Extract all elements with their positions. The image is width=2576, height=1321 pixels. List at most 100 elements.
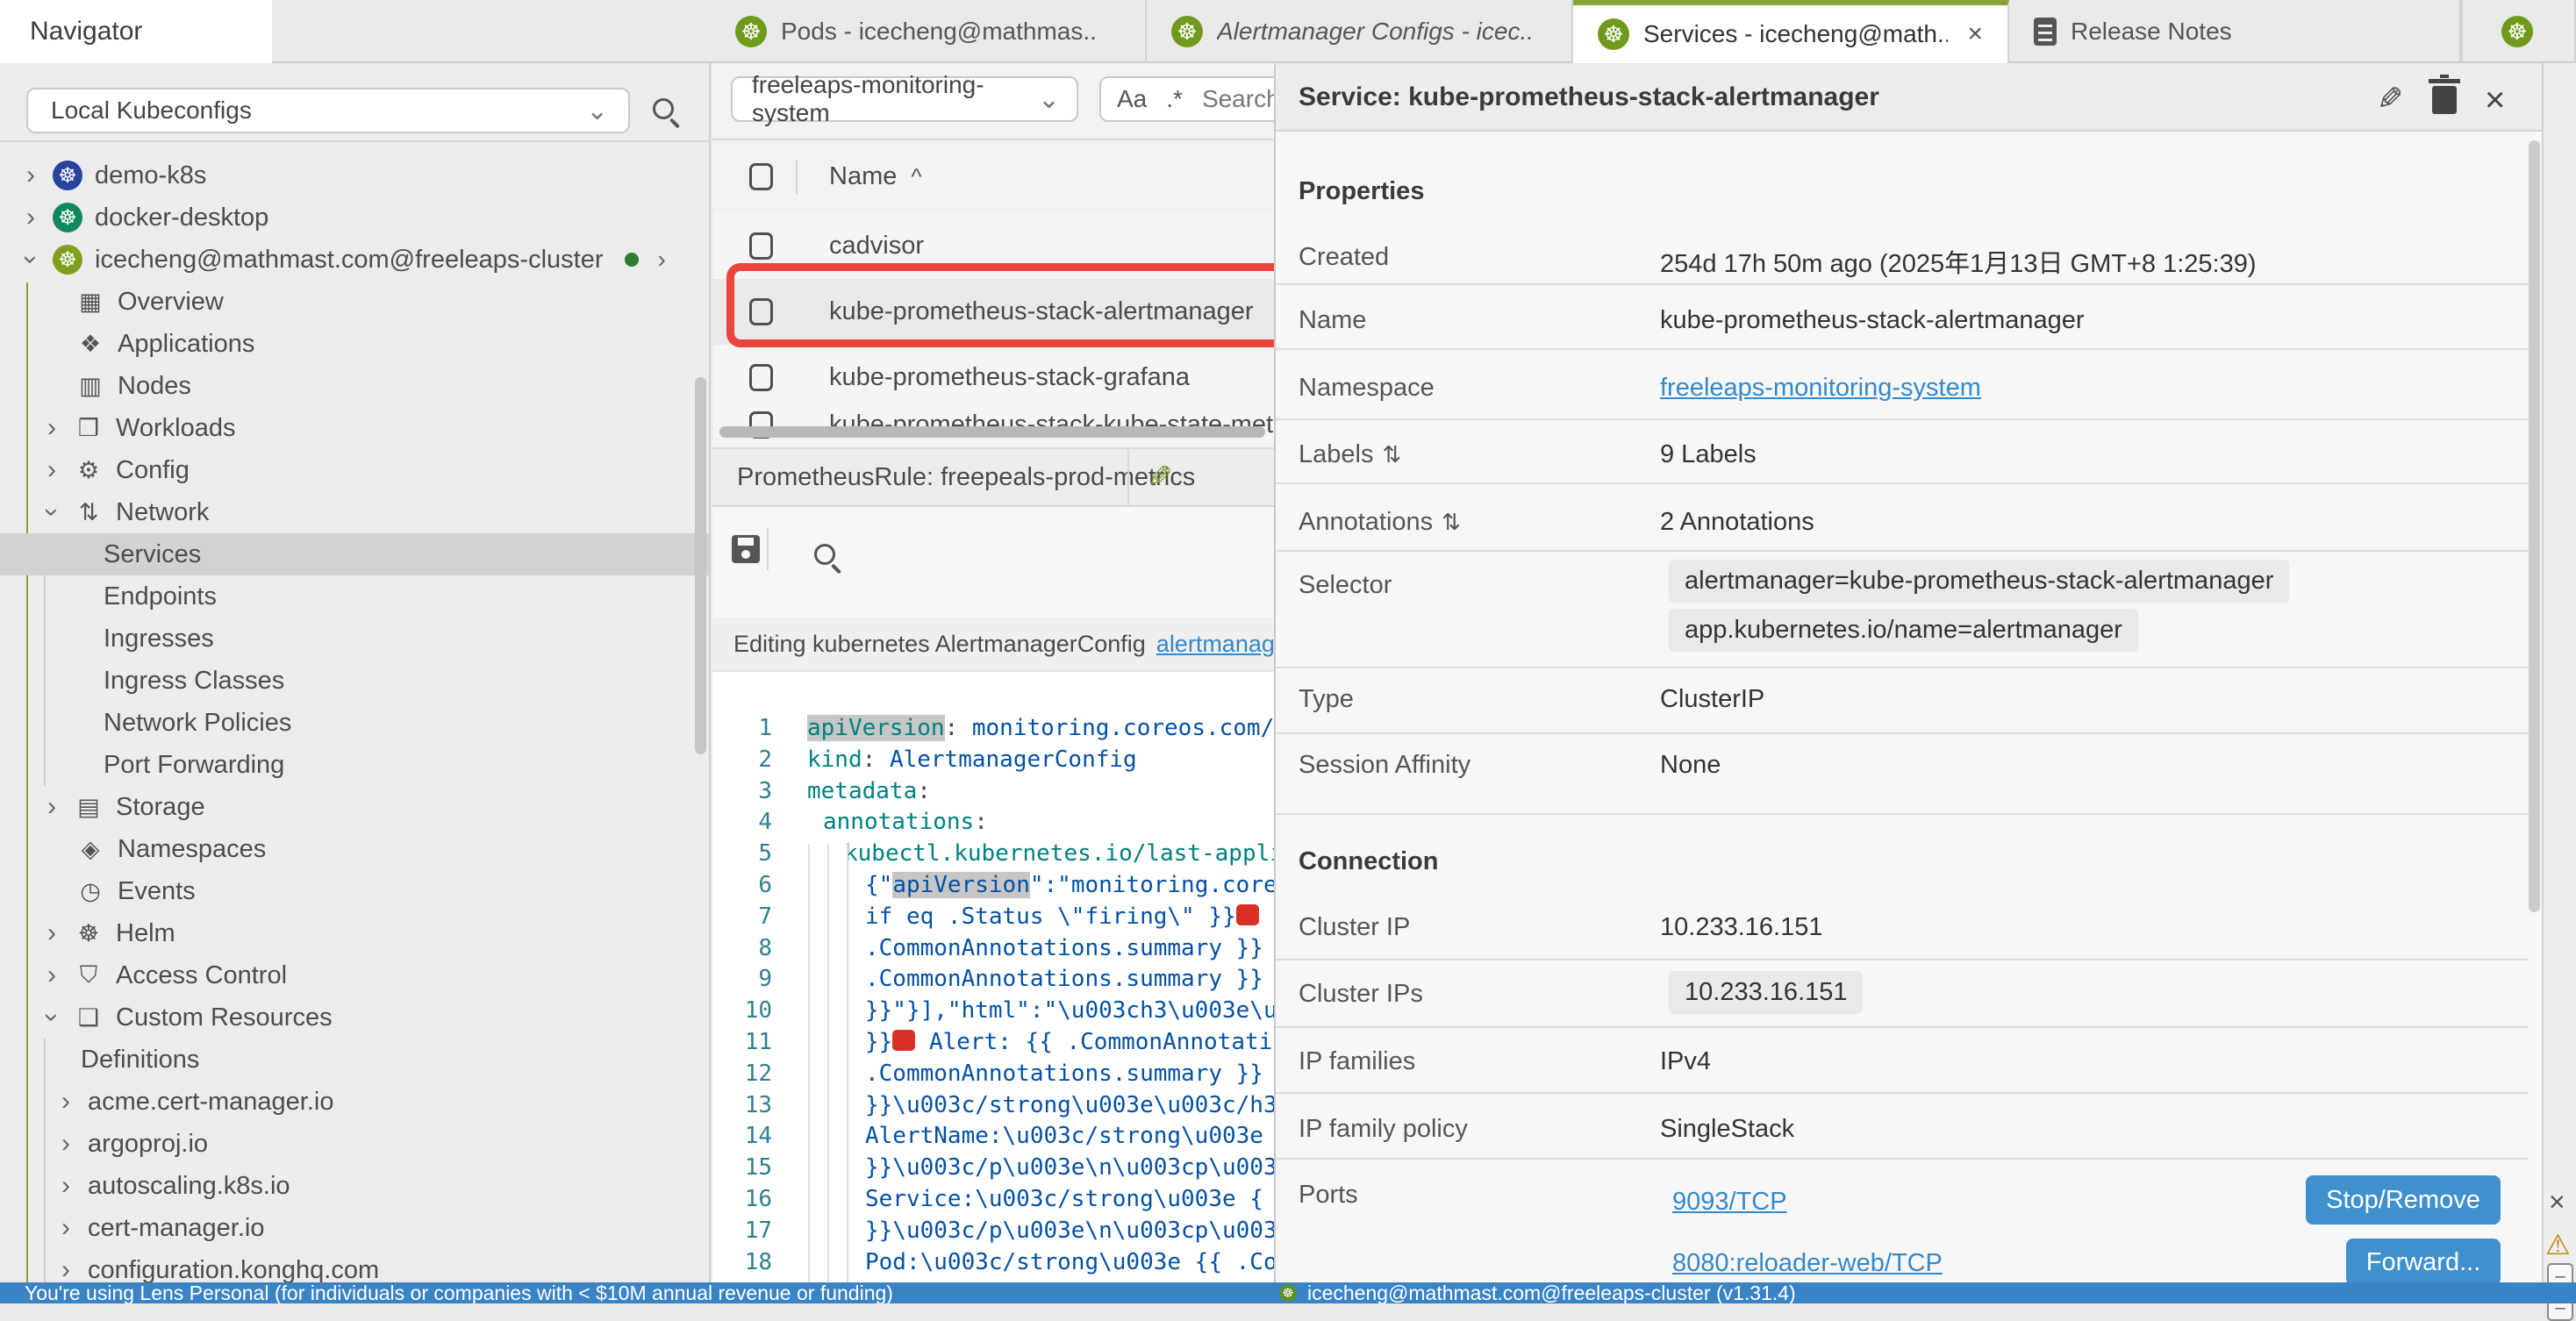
sidebar-item-docker-desktop[interactable]: › ☸ docker-desktop [0,196,711,239]
row-checkbox[interactable] [749,298,773,325]
select-all-checkbox[interactable] [749,163,773,190]
port-link-9093[interactable]: 9093/TCP [1672,1188,1787,1217]
row-checkbox[interactable] [749,232,773,260]
tab-pods[interactable]: ☸ Pods - icecheng@mathmas... [711,0,1147,63]
kubernetes-icon: ☸ [53,245,82,275]
sidebar-item-endpoints[interactable]: Endpoints [0,575,711,618]
match-case-icon[interactable]: Aa [1117,85,1147,113]
sidebar-item-services[interactable]: Services [0,533,711,575]
port-link-8080[interactable]: 8080:reloader-web/TCP [1672,1249,1943,1278]
sidebar-item-freeleaps-cluster[interactable]: › ☸ icecheng@mathmast.com@freeleaps-clus… [0,239,711,281]
sidebar-item-definitions[interactable]: Definitions [0,1039,711,1081]
sidebar-item-config[interactable]: › ⚙ Config [0,449,711,491]
divider [0,140,711,142]
stop-remove-button[interactable]: Stop/Remove [2306,1175,2501,1225]
code-text: kubectl.kubernetes.io/last-appli [844,838,1274,869]
sidebar-item-argoproj[interactable]: › argoproj.io [0,1123,711,1165]
tab-label: Services - icecheng@math... [1643,20,1948,48]
sidebar-item-ingresses[interactable]: Ingresses [0,618,711,660]
navigator-tab: Navigator [0,0,272,63]
sidebar-item-storage[interactable]: › ▤ Storage [0,786,711,828]
chevron-right-icon[interactable]: › [658,246,666,274]
chevron-right-icon: › [21,203,40,232]
sidebar-item-port-forwarding[interactable]: Port Forwarding [0,744,711,786]
row-label: Selector [1299,571,1392,600]
sidebar-item-network[interactable]: › ⇅ Network [0,491,711,533]
cluster-ip-badge: 10.233.16.151 [1669,971,1863,1014]
sidebar-item-ingress-classes[interactable]: Ingress Classes [0,660,711,702]
sort-icon[interactable]: ⇅ [1442,509,1461,535]
tab-release-notes[interactable]: Release Notes [2009,0,2461,63]
search-icon[interactable] [653,98,674,119]
sidebar-item-namespaces[interactable]: ◈ Namespaces [0,828,711,870]
namespace-icon: ◈ [75,836,105,863]
code-text: annotations: [823,806,988,838]
table-row-cadvisor[interactable]: cadvisor [712,213,1274,279]
chevron-down-icon: › [37,1008,67,1027]
divider [1276,348,2529,350]
sidebar-item-cert-manager[interactable]: › cert-manager.io [0,1207,711,1249]
sidebar-item-events[interactable]: ◷ Events [0,870,711,912]
document-icon [2034,18,2057,46]
search-input[interactable]: Aa .* Search [1099,76,1274,122]
line-number: 8 [712,932,772,964]
drawer-scrollbar[interactable] [2529,140,2540,912]
line-number: 7 [712,901,772,932]
code-text: .CommonAnnotations.summary }} - [865,1058,1274,1089]
kubernetes-icon: ☸ [1171,16,1203,47]
prometheusrule-bar[interactable]: PrometheusRule: freepeals-prod-metrics ✎ [712,447,1274,507]
sidebar-item-network-policies[interactable]: Network Policies [0,702,711,744]
sidebar-item-autoscaling[interactable]: › autoscaling.k8s.io [0,1165,711,1207]
code-text: {"apiVersion":"monitoring.core [865,869,1274,901]
code-text: Service:\u003c/strong\u003e { [865,1183,1263,1215]
line-number: 4 [712,806,772,838]
sidebar-item-overview[interactable]: ▦ Overview [0,281,711,323]
sort-asc-icon[interactable]: ^ [911,163,921,190]
code-text: }}\u003c/p\u003e\n\u003cp\u003 [865,1215,1274,1246]
row-value: 2 Annotations [1660,508,1814,537]
close-tab-icon[interactable]: × [1967,19,1983,49]
services-list-pane: freeleaps-monitoring-system ⌄ Aa .* Sear… [712,63,1274,1282]
tab-services[interactable]: ☸ Services - icecheng@math... × [1573,0,2009,63]
table-row-grafana[interactable]: kube-prometheus-stack-grafana [712,345,1274,411]
edit-pencil-icon[interactable]: ✎ [1148,460,1173,495]
line-number: 14 [712,1120,772,1152]
divider [1276,1092,2529,1094]
dismiss-icon[interactable]: × [2549,1186,2565,1218]
row-value: SingleStack [1660,1115,1794,1144]
sidebar-item-helm[interactable]: › ☸ Helm [0,912,711,954]
alertmanager-config-link[interactable]: alertmanager [1156,631,1274,658]
sidebar-scrollbar[interactable] [695,377,706,754]
editor-search-icon[interactable] [814,544,835,565]
tab-partial[interactable]: ☸ [2461,0,2576,63]
sidebar-item-configuration-konghq[interactable]: › configuration.konghq.com [0,1249,711,1282]
delete-icon[interactable] [2432,86,2457,114]
row-checkbox[interactable] [749,364,773,391]
license-text: You're using Lens Personal (for individu… [25,1282,893,1303]
table-row-alertmanager[interactable]: kube-prometheus-stack-alertmanager [712,279,1274,345]
namespace-selector[interactable]: freeleaps-monitoring-system ⌄ [731,76,1078,122]
save-icon[interactable] [732,535,760,563]
close-icon[interactable]: × [2485,81,2505,120]
namespace-link[interactable]: freeleaps-monitoring-system [1660,374,1981,403]
sidebar-item-access-control[interactable]: › ⛉ Access Control [0,954,711,996]
sidebar-item-acme-cert-manager[interactable]: › acme.cert-manager.io [0,1081,711,1123]
regex-icon[interactable]: .* [1166,85,1183,113]
cluster-context[interactable]: icecheng@mathmast.com@freeleaps-cluster … [1307,1282,1796,1303]
yaml-editor[interactable]: 1apiVersion: monitoring.coreos.com/v1 2k… [712,672,1274,1282]
forward-button[interactable]: Forward... [2346,1239,2501,1282]
horizontal-scrollbar[interactable] [719,426,1265,438]
sidebar-item-applications[interactable]: ❖ Applications [0,323,711,365]
column-header-name[interactable]: Name [829,162,897,191]
sidebar-item-workloads[interactable]: › ❒ Workloads [0,407,711,449]
sort-icon[interactable]: ⇅ [1382,441,1401,468]
sidebar-item-nodes[interactable]: ▥ Nodes [0,365,711,407]
code-text: .CommonAnnotations.summary }} - [865,932,1274,964]
tab-alertmanager-configs[interactable]: ☸ Alertmanager Configs - icec... [1147,0,1573,63]
puzzle-icon: ❑ [74,1004,104,1032]
sidebar-item-custom-resources[interactable]: › ❑ Custom Resources [0,996,711,1039]
kubeconfig-selector[interactable]: Local Kubeconfigs ⌄ [26,88,630,133]
edit-icon[interactable]: ✎ [2377,81,2403,118]
row-label: Cluster IPs [1299,980,1423,1009]
sidebar-item-demo-k8s[interactable]: › ☸ demo-k8s [0,154,711,196]
